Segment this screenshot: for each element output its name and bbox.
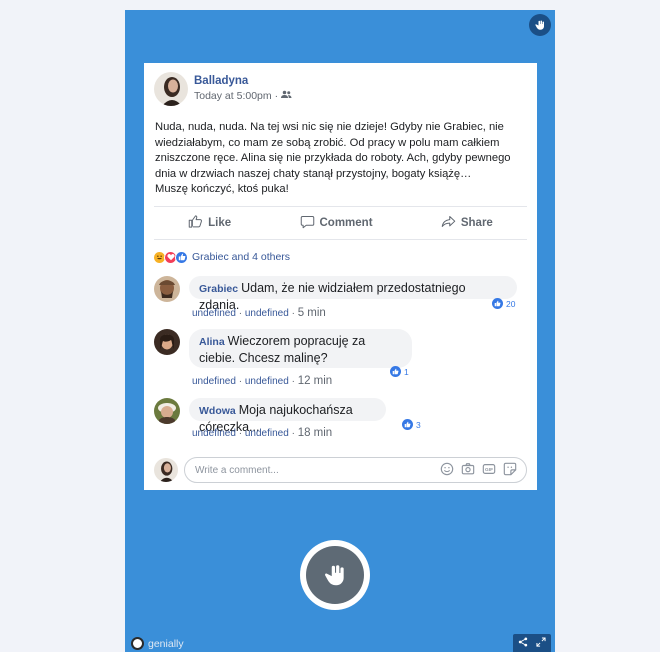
speech-bubble-icon bbox=[300, 214, 315, 232]
comment-like-count[interactable]: 1 bbox=[390, 366, 409, 377]
friends-audience-icon bbox=[281, 89, 292, 104]
comment-item: Grabiec Udam, że nie widziałem przedostat… bbox=[154, 276, 527, 326]
commenter-name[interactable]: Wdowa bbox=[199, 405, 236, 417]
comment-like-number: 3 bbox=[416, 419, 421, 430]
commenter-avatar[interactable] bbox=[154, 329, 180, 355]
sticker-icon[interactable] bbox=[503, 462, 517, 476]
share-label: Share bbox=[460, 217, 493, 229]
thumbs-up-icon bbox=[188, 214, 203, 232]
like-badge-icon bbox=[390, 366, 401, 377]
gif-icon[interactable]: GIF bbox=[482, 462, 496, 476]
like-label: Like bbox=[208, 217, 232, 229]
commenter-avatar[interactable] bbox=[154, 276, 180, 302]
post-author[interactable]: Balladyna bbox=[194, 74, 292, 89]
comment-time[interactable]: 5 min bbox=[298, 307, 326, 319]
facebook-post-card: Balladyna Today at 5:00pm · Nuda, nuda, … bbox=[144, 63, 537, 490]
comment-item: Wdowa Moja najukochańsza córeczka... 3 un… bbox=[154, 398, 527, 448]
comment-label: Comment bbox=[319, 217, 373, 229]
genially-brand[interactable]: genially bbox=[131, 637, 184, 650]
comment-item: Alina Wieczorem popracuję za ciebie. Chce… bbox=[154, 329, 527, 389]
comment-meta: undefined · undefined · 5 min bbox=[192, 307, 326, 319]
comment-like-number: 20 bbox=[506, 298, 516, 309]
brand-label: genially bbox=[148, 637, 184, 650]
comment-bubble: Wdowa Moja najukochańsza córeczka... bbox=[189, 398, 386, 434]
comment-bubble: Grabiec Udam, że nie widziałem przedostat… bbox=[189, 276, 517, 312]
comment-action-link[interactable]: undefined bbox=[192, 308, 236, 319]
post-body: Nuda, nuda, nuda. Na tej wsi nic się nie… bbox=[155, 121, 511, 196]
reactions-label[interactable]: Grabiec and 4 others bbox=[192, 251, 290, 263]
comment-action-link[interactable]: undefined bbox=[245, 308, 289, 319]
comment-bubble: Alina Wieczorem popracuję za ciebie. Chce… bbox=[189, 329, 412, 368]
comment-action-link[interactable]: undefined bbox=[192, 428, 236, 439]
interactive-hand-icon[interactable] bbox=[529, 14, 551, 36]
like-badge-icon bbox=[402, 419, 413, 430]
comment-button[interactable]: Comment bbox=[300, 214, 373, 232]
share-button[interactable]: Share bbox=[441, 214, 493, 232]
like-reaction-icon bbox=[175, 250, 188, 264]
share-arrow-icon bbox=[441, 214, 456, 232]
comment-meta-dot: · bbox=[291, 428, 295, 439]
camera-icon[interactable] bbox=[461, 462, 475, 476]
genially-stage: Balladyna Today at 5:00pm · Nuda, nuda, … bbox=[125, 10, 555, 652]
post-timestamp[interactable]: Today at 5:00pm bbox=[194, 89, 272, 104]
current-user-avatar bbox=[154, 458, 178, 482]
like-badge-icon bbox=[492, 298, 503, 309]
commenter-name[interactable]: Grabiec bbox=[199, 283, 238, 295]
comment-meta: undefined · undefined · 18 min bbox=[192, 427, 332, 439]
comment-meta-dot: · bbox=[291, 376, 295, 387]
comment-like-count[interactable]: 3 bbox=[402, 419, 421, 430]
pointer-circle bbox=[306, 546, 364, 604]
post-actions: Like Comment Share bbox=[154, 206, 527, 240]
comment-meta-dot: · bbox=[238, 376, 243, 387]
comment-meta: undefined · undefined · 12 min bbox=[192, 375, 332, 387]
svg-text:GIF: GIF bbox=[485, 467, 493, 473]
author-avatar[interactable] bbox=[154, 72, 188, 106]
composer-tools: GIF bbox=[440, 462, 517, 476]
comment-action-link[interactable]: undefined bbox=[192, 376, 236, 387]
post-header: Balladyna Today at 5:00pm · bbox=[154, 71, 292, 107]
commenter-name[interactable]: Alina bbox=[199, 336, 225, 348]
emoji-icon[interactable] bbox=[440, 462, 454, 476]
meta-separator: · bbox=[274, 90, 279, 102]
comment-meta-dot: · bbox=[238, 428, 243, 439]
interactive-pointer-button[interactable] bbox=[300, 540, 370, 610]
reactions-summary[interactable]: Grabiec and 4 others bbox=[153, 249, 290, 265]
comment-action-link[interactable]: undefined bbox=[245, 428, 289, 439]
post-meta: Today at 5:00pm · bbox=[194, 89, 292, 104]
comment-action-link[interactable]: undefined bbox=[245, 376, 289, 387]
genially-logo-icon bbox=[131, 637, 144, 650]
like-button[interactable]: Like bbox=[188, 214, 231, 232]
comment-time[interactable]: 12 min bbox=[298, 375, 333, 387]
comment-meta-dot: · bbox=[291, 308, 295, 319]
comment-composer: GIF bbox=[154, 457, 527, 483]
share-fullscreen-controls[interactable] bbox=[513, 634, 551, 652]
share-nodes-icon[interactable] bbox=[518, 634, 528, 652]
comment-like-number: 1 bbox=[404, 366, 409, 377]
comment-like-count[interactable]: 20 bbox=[492, 298, 515, 309]
expand-icon[interactable] bbox=[536, 634, 546, 652]
hand-pointer-icon bbox=[325, 565, 344, 586]
comment-time[interactable]: 18 min bbox=[298, 427, 333, 439]
comment-meta-dot: · bbox=[238, 308, 243, 319]
commenter-avatar[interactable] bbox=[154, 398, 180, 424]
